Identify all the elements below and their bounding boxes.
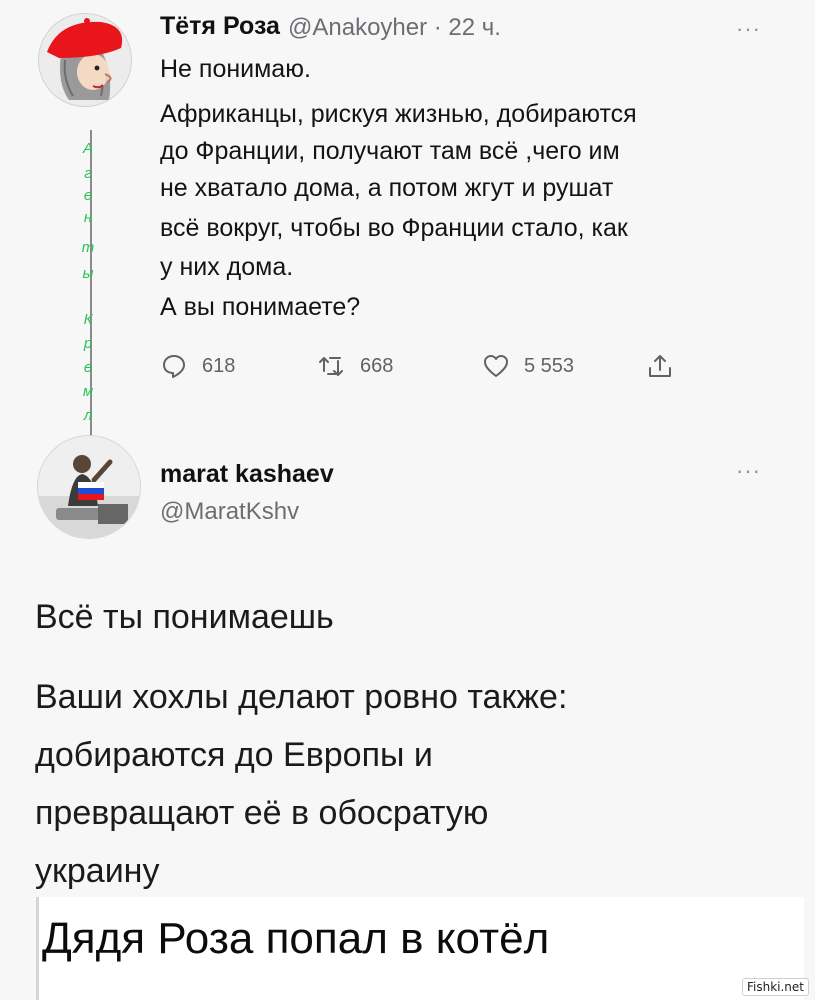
meme-caption: Дядя Роза попал в котёл: [42, 914, 550, 963]
tweet-text-line: А вы понимаете?: [160, 293, 361, 321]
watermark-letter: е: [83, 187, 93, 204]
tweet-text-line: всё вокруг, чтобы во Франции стало, как: [160, 214, 628, 242]
reply-button[interactable]: 618: [160, 352, 235, 380]
share-icon: [649, 355, 671, 377]
reply-text-line: Всё ты понимаешь: [35, 598, 334, 636]
site-watermark: Fishki.net: [741, 978, 809, 996]
author-name[interactable]: marat kashaev: [160, 460, 334, 489]
tweet-text-line: Не понимаю.: [160, 55, 311, 83]
watermark-letter: г: [84, 165, 92, 182]
reply-text-line: превращают её в обосратую: [35, 794, 489, 832]
reply-icon: [163, 355, 185, 378]
reply-count: 618: [202, 354, 236, 377]
watermark-letter: А: [82, 140, 93, 157]
like-button[interactable]: 5 553: [482, 352, 574, 380]
author-name[interactable]: Тётя Роза: [160, 12, 280, 41]
watermark-letter: е: [83, 359, 93, 376]
watermark-letter: м: [82, 383, 94, 400]
watermark-letter: ы: [82, 265, 94, 282]
tweet-text-line: до Франции, получают там всё ,чего им: [160, 137, 620, 165]
watermark-letter: р: [83, 335, 93, 352]
avatar-marat-kashaev[interactable]: [37, 435, 141, 539]
avatar-illustration-icon: [39, 14, 131, 106]
more-options-icon[interactable]: ···: [736, 16, 761, 42]
share-button[interactable]: [646, 352, 674, 380]
reply-text-line: Ваши хохлы делают ровно также:: [35, 678, 568, 716]
like-count: 5 553: [524, 354, 575, 377]
tweet-text-line: Африканцы, рискуя жизнью, добираются: [160, 100, 637, 128]
author-handle[interactable]: @MaratKshv: [160, 498, 299, 526]
watermark-letter: т: [81, 239, 95, 256]
retweet-icon: [319, 357, 343, 376]
reply-text-line: добираются до Европы и: [35, 736, 433, 774]
watermark-letter: л: [83, 407, 93, 424]
more-options-icon[interactable]: ···: [736, 458, 761, 484]
retweet-count: 668: [360, 354, 394, 377]
reply-text-line: украину: [35, 852, 160, 890]
tweet-text-line: не хватало дома, а потом жгут и рушат: [160, 174, 614, 202]
retweet-button[interactable]: 668: [318, 352, 393, 380]
avatar-photo-icon: [38, 436, 140, 538]
tweet-text-line: у них дома.: [160, 253, 294, 281]
heart-icon: [484, 355, 508, 377]
avatar-tetya-roza[interactable]: [38, 13, 132, 107]
watermark-letter: К: [83, 311, 93, 328]
author-handle-time[interactable]: @Anakoyher · 22 ч.: [288, 14, 501, 42]
watermark-letter: н: [83, 209, 93, 226]
